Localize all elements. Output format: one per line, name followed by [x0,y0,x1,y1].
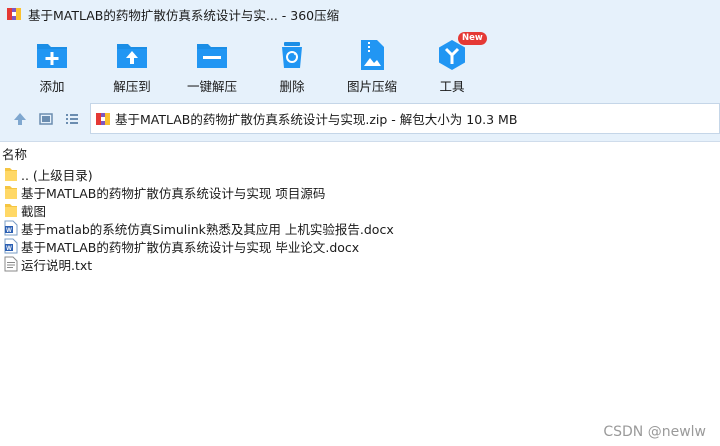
image-compress-icon [361,40,384,70]
tools-button[interactable]: New 工具 [414,32,490,94]
list-item-docx-report[interactable]: W 基于matlab的系统仿真Simulink熟悉及其应用 上机实验报告.doc… [0,219,720,237]
image-compress-label: 图片压缩 [346,79,397,94]
list-item-parent-dir[interactable]: .. (上级目录) [0,165,720,183]
watermark: CSDN @newlw [603,424,706,440]
list-item-folder-source[interactable]: 基于MATLAB的药物扩散仿真系统设计与实现 项目源码 [0,183,720,201]
thumbnail-view-icon[interactable] [38,111,54,127]
file-name: 基于matlab的系统仿真Simulink熟悉及其应用 上机实验报告.docx [21,221,394,237]
text-file-icon [4,256,18,272]
file-name: 基于MATLAB的药物扩散仿真系统设计与实现 毕业论文.docx [21,239,360,255]
extract-to-button[interactable]: 解压到 [94,32,170,94]
folder-icon [5,168,17,181]
svg-text:W: W [6,228,12,234]
add-label: 添加 [39,79,65,94]
word-doc-icon: W [4,220,18,236]
up-arrow-icon[interactable] [12,111,28,127]
word-doc-icon: W [4,238,18,254]
add-button[interactable]: 添加 [14,32,90,94]
file-list: .. (上级目录) 基于MATLAB的药物扩散仿真系统设计与实现 项目源码 截图… [0,165,720,273]
add-icon [37,44,67,68]
zip-file-icon [96,112,110,125]
file-name: 基于MATLAB的药物扩散仿真系统设计与实现 项目源码 [21,185,326,201]
address-bar: 基于MATLAB的药物扩散仿真系统设计与实现.zip - 解包大小为 10.3 … [0,96,720,142]
address-field[interactable]: 基于MATLAB的药物扩散仿真系统设计与实现.zip - 解包大小为 10.3 … [90,103,720,134]
title-bar: 基于MATLAB的药物扩散仿真系统设计与实... - 360压缩 [0,0,720,28]
window-title: 基于MATLAB的药物扩散仿真系统设计与实... - 360压缩 [28,7,340,23]
folder-icon [5,204,17,217]
archive-app-icon [7,8,21,20]
new-badge: New [458,32,487,45]
toolbar: 添加 解压到 一键解压 删除 图片压缩 New 工具 [0,28,720,96]
delete-label: 删除 [279,79,305,94]
folder-icon [5,186,17,199]
one-click-extract-icon [197,44,227,68]
one-click-extract-button[interactable]: 一键解压 [174,32,250,94]
image-compress-button[interactable]: 图片压缩 [334,32,410,94]
list-item-folder-screenshots[interactable]: 截图 [0,201,720,219]
list-item-txt-readme[interactable]: 运行说明.txt [0,255,720,273]
extract-to-label: 解压到 [113,79,151,94]
file-name: .. (上级目录) [21,167,93,183]
column-header: 名称 [0,143,720,163]
column-name-header[interactable]: 名称 [2,144,27,163]
archive-path: 基于MATLAB的药物扩散仿真系统设计与实现.zip - 解包大小为 10.3 … [115,112,518,127]
list-view-icon[interactable] [64,111,80,127]
delete-button[interactable]: 删除 [254,32,330,94]
svg-text:W: W [6,246,12,252]
tools-label: 工具 [439,79,465,94]
extract-to-icon [117,44,147,68]
list-item-docx-thesis[interactable]: W 基于MATLAB的药物扩散仿真系统设计与实现 毕业论文.docx [0,237,720,255]
delete-icon [282,42,302,68]
one-click-extract-label: 一键解压 [186,79,237,94]
file-name: 截图 [21,203,47,219]
file-name: 运行说明.txt [21,257,93,273]
